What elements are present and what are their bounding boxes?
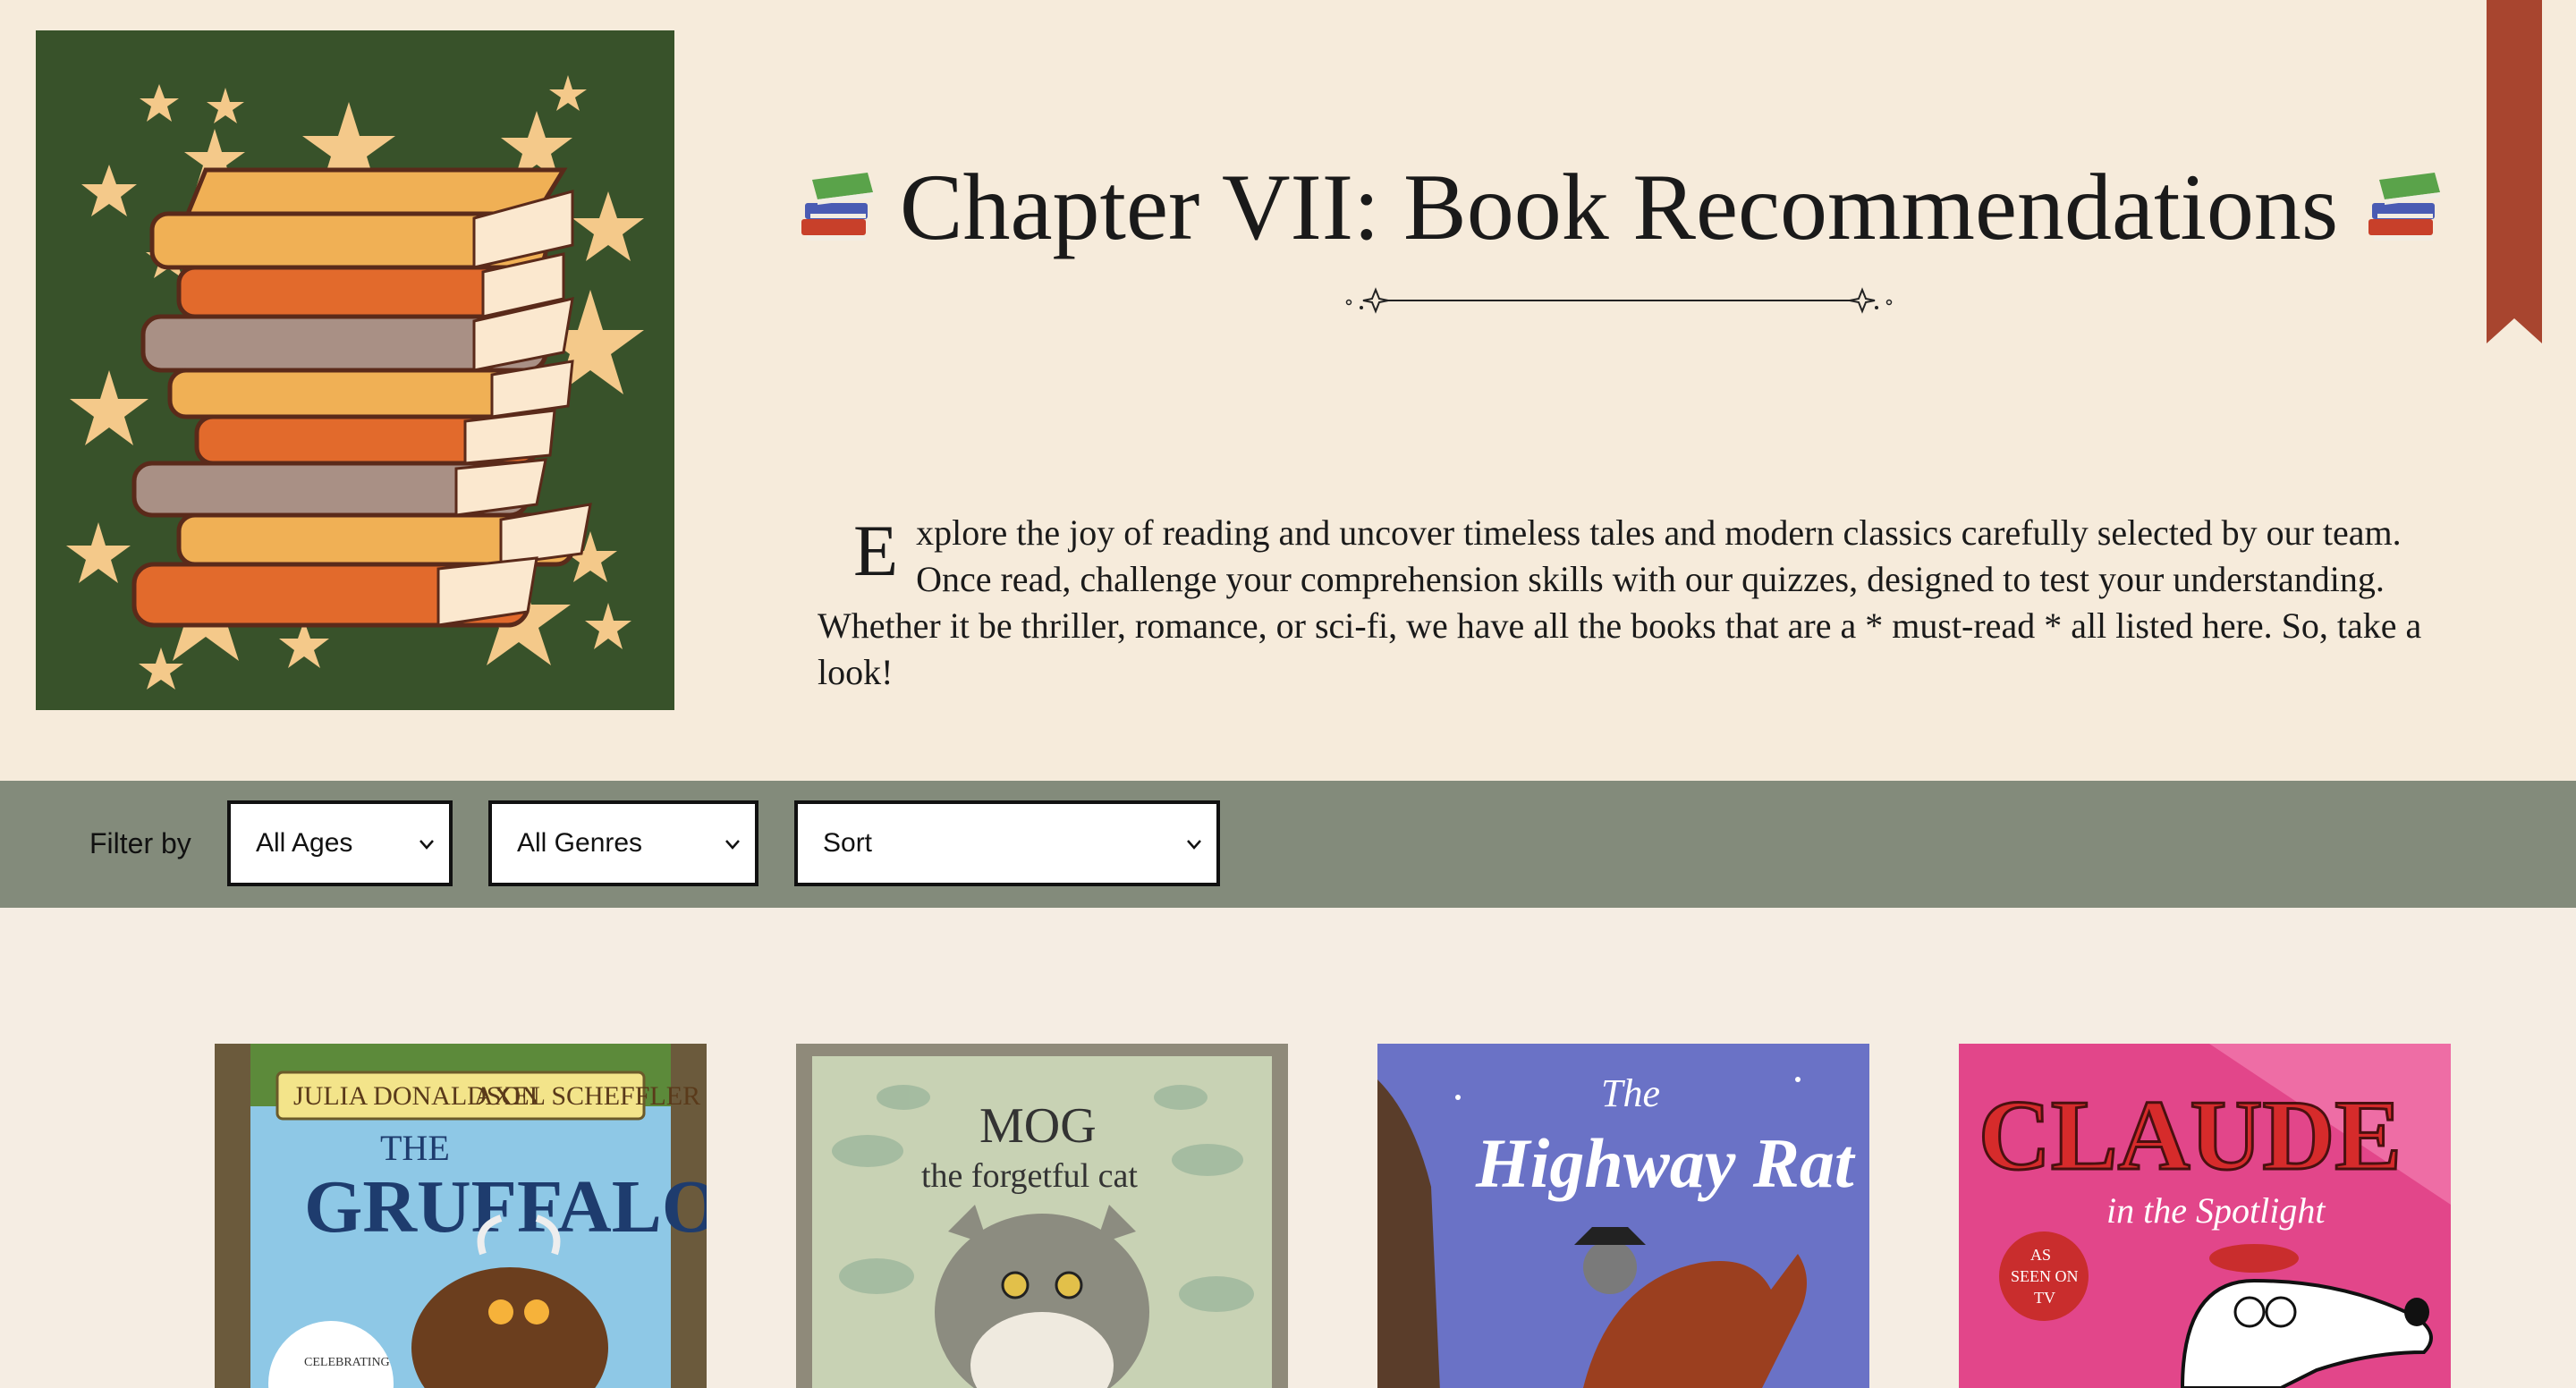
- drop-cap: E: [853, 510, 899, 591]
- chevron-down-icon: [1184, 836, 1204, 852]
- cover-subtitle: the forgetful cat: [921, 1157, 1138, 1195]
- book-spine: [184, 167, 568, 216]
- claude-cover-image: CLAUDE in the Spotlight AS SEEN ON TV: [1959, 1044, 2451, 1388]
- badge-line: TV: [2034, 1289, 2055, 1307]
- book-card-mog[interactable]: MOG the forgetful cat: [796, 1044, 1288, 1388]
- sort-select[interactable]: Sort: [794, 800, 1220, 886]
- books-icon: [794, 167, 877, 250]
- title-text: Chapter VII: Book Recommendations: [899, 155, 2339, 260]
- mog-cover-image: MOG the forgetful cat: [796, 1044, 1288, 1388]
- cover-title: Highway Rat: [1475, 1124, 1856, 1202]
- cover-title: MOG: [979, 1098, 1097, 1154]
- book-stack-illustration: [36, 30, 674, 710]
- page: Chapter VII: Book Recommendations E xplo…: [0, 0, 2576, 1388]
- sort-value: Sort: [823, 828, 873, 858]
- book-card-highway-rat[interactable]: The Highway Rat: [1377, 1044, 1869, 1388]
- age-filter-select[interactable]: All Ages: [227, 800, 453, 886]
- title-article: THE: [380, 1128, 450, 1168]
- age-filter-value: All Ages: [256, 828, 353, 858]
- badge-text: CELEBRATING: [304, 1356, 390, 1369]
- chevron-down-icon: [723, 836, 742, 852]
- book-pages: [463, 409, 556, 465]
- chapter-header: Chapter VII: Book Recommendations E xplo…: [0, 0, 2576, 781]
- badge-line: SEEN ON: [2011, 1267, 2079, 1285]
- cover-title: CLAUDE: [1979, 1080, 2402, 1191]
- cover-subtitle: in the Spotlight: [2106, 1190, 2326, 1231]
- gruffalo-cover-image: JULIA DONALDSON AXEL SCHEFFLER THE GRUFF…: [215, 1044, 707, 1388]
- book-grid: JULIA DONALDSON AXEL SCHEFFLER THE GRUFF…: [0, 908, 2576, 1388]
- cover-title: GRUFFALO: [304, 1165, 707, 1248]
- page-title: Chapter VII: Book Recommendations: [769, 149, 2469, 266]
- books-icon: [2361, 167, 2444, 250]
- illustrator-line: AXEL SCHEFFLER: [474, 1081, 700, 1111]
- filter-label: Filter by: [89, 827, 191, 859]
- intro-paragraph: Explore the joy of reading and uncover t…: [818, 510, 2428, 696]
- book-card-claude[interactable]: CLAUDE in the Spotlight AS SEEN ON TV: [1959, 1044, 2451, 1388]
- highway-rat-cover-image: The Highway Rat: [1377, 1044, 1869, 1388]
- filter-bar: Filter by All Ages All Genres Sort: [0, 781, 2576, 908]
- title-article: The: [1601, 1071, 1660, 1115]
- genre-filter-value: All Genres: [517, 828, 643, 858]
- genre-filter-select[interactable]: All Genres: [488, 800, 758, 886]
- sparkle-divider-icon: [1342, 283, 1896, 318]
- book-card-gruffalo[interactable]: JULIA DONALDSON AXEL SCHEFFLER THE GRUFF…: [215, 1044, 707, 1388]
- badge-line: AS: [2030, 1246, 2051, 1264]
- intro-text: xplore the joy of reading and uncover ti…: [818, 512, 2422, 692]
- bookmark-ribbon-icon: [2487, 0, 2542, 343]
- chevron-down-icon: [417, 836, 436, 852]
